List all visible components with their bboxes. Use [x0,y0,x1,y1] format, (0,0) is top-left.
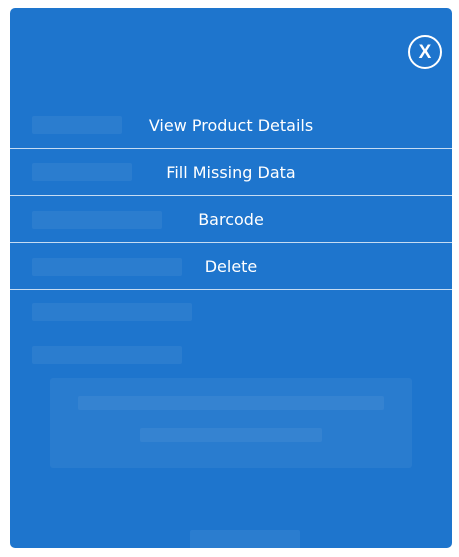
bg-row [32,346,182,364]
context-menu-panel: X View Product Details Fill Missing Data… [10,8,452,548]
close-button[interactable]: X [408,35,442,69]
bg-note-box [50,378,412,468]
menu-item-label: Delete [204,256,258,276]
menu-item-label: Fill Missing Data [166,162,296,182]
menu-item-label: Barcode [198,209,264,229]
menu-item-delete[interactable]: Delete [10,243,452,290]
action-menu: View Product Details Fill Missing Data B… [10,102,452,290]
menu-item-view-product-details[interactable]: View Product Details [10,102,452,149]
bg-options-link [190,530,300,548]
menu-item-label: View Product Details [148,115,314,135]
close-icon: X [418,41,432,63]
bg-row [32,303,192,321]
menu-item-barcode[interactable]: Barcode [10,196,452,243]
menu-item-fill-missing-data[interactable]: Fill Missing Data [10,149,452,196]
